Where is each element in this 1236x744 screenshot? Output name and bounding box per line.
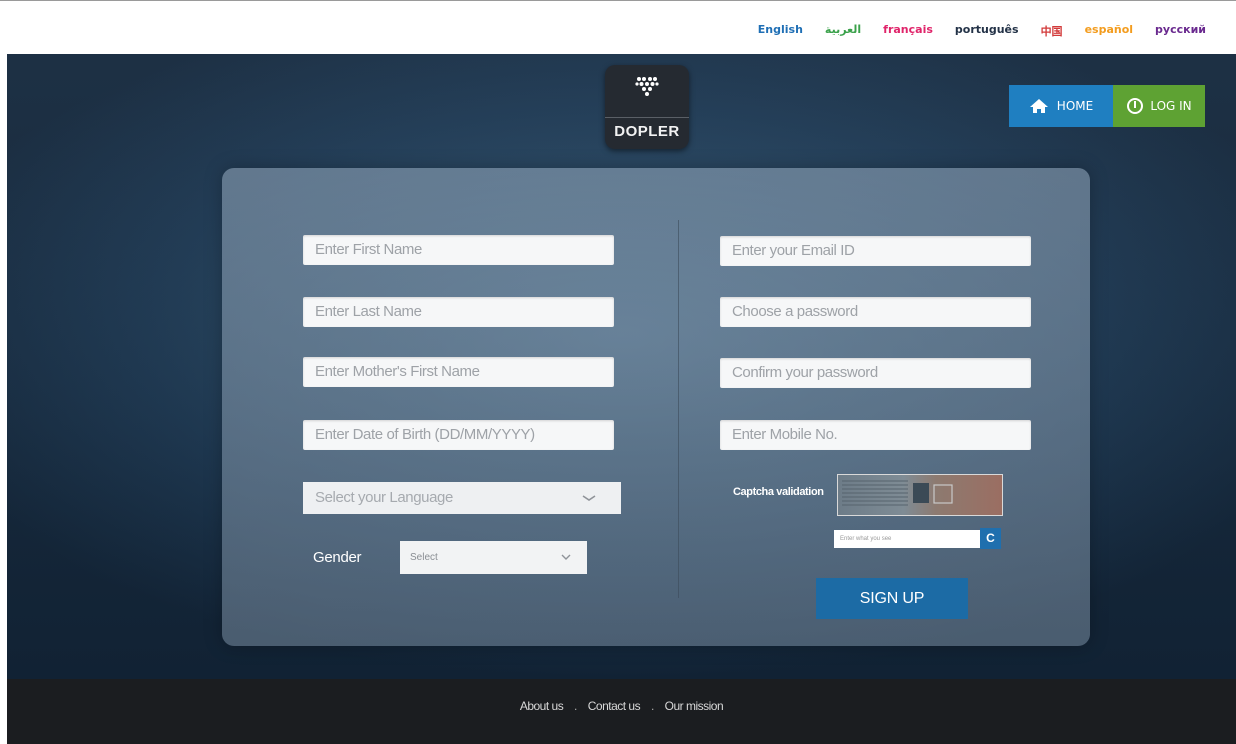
brand-logo[interactable]: DOPLER xyxy=(605,65,689,149)
lang-english[interactable]: English xyxy=(758,23,803,39)
nav-buttons: HOME LOG IN xyxy=(1009,85,1205,127)
lang-french[interactable]: français xyxy=(883,23,933,39)
footer-separator: . xyxy=(650,699,654,713)
brand-name: DOPLER xyxy=(614,123,680,140)
captcha-label: Captcha validation xyxy=(733,486,824,498)
hero-background: DOPLER HOME LOG IN Select your Language xyxy=(7,54,1236,679)
home-icon xyxy=(1029,99,1048,113)
lang-russian[interactable]: русский xyxy=(1155,23,1206,39)
last-name-input[interactable] xyxy=(303,297,614,327)
gender-select[interactable]: Select xyxy=(400,541,587,574)
chevron-down-icon xyxy=(561,554,571,560)
footer-links: About us . Contact us . Our mission xyxy=(7,699,1236,713)
signup-form-panel: Select your Language Gender Select Captc… xyxy=(222,168,1090,646)
lang-portuguese[interactable]: português xyxy=(955,23,1019,39)
top-bar: English العربية français português 中国 es… xyxy=(0,0,1236,54)
lang-spanish[interactable]: español xyxy=(1085,23,1133,39)
email-input[interactable] xyxy=(720,236,1031,266)
lang-arabic[interactable]: العربية xyxy=(825,23,861,39)
first-name-input[interactable] xyxy=(303,235,614,265)
login-label: LOG IN xyxy=(1150,99,1192,113)
captcha-input[interactable]: Enter what you see xyxy=(834,530,980,548)
password-input[interactable] xyxy=(720,297,1031,327)
gender-select-value: Select xyxy=(410,552,438,563)
home-button[interactable]: HOME xyxy=(1009,85,1113,127)
login-button[interactable]: LOG IN xyxy=(1113,85,1205,127)
footer-link-about[interactable]: About us xyxy=(520,699,564,713)
language-select-value: Select your Language xyxy=(315,489,453,506)
footer-link-contact[interactable]: Contact us xyxy=(588,699,641,713)
mobile-input[interactable] xyxy=(720,420,1031,450)
lang-chinese[interactable]: 中国 xyxy=(1041,23,1063,39)
mother-name-input[interactable] xyxy=(303,357,614,387)
logo-divider xyxy=(605,117,689,118)
signup-label: SIGN UP xyxy=(859,590,925,607)
dob-input[interactable] xyxy=(303,420,614,450)
gender-label: Gender xyxy=(313,549,362,566)
captcha-refresh-button[interactable]: C xyxy=(980,528,1001,549)
language-switcher: English العربية français português 中国 es… xyxy=(736,23,1206,39)
language-select[interactable]: Select your Language xyxy=(303,482,621,514)
chevron-down-icon xyxy=(582,495,596,501)
footer: About us . Contact us . Our mission xyxy=(7,679,1236,744)
confirm-password-input[interactable] xyxy=(720,358,1031,388)
diamond-logo-icon xyxy=(635,77,659,96)
captcha-noise-icon xyxy=(842,480,953,506)
captcha-input-placeholder: Enter what you see xyxy=(840,536,892,542)
column-divider xyxy=(678,220,679,598)
home-label: HOME xyxy=(1056,99,1094,113)
signup-button[interactable]: SIGN UP xyxy=(816,578,968,619)
footer-separator: . xyxy=(574,699,577,713)
power-icon xyxy=(1127,98,1144,114)
footer-link-mission[interactable]: Our mission xyxy=(665,699,724,713)
captcha-image xyxy=(837,474,1003,516)
refresh-icon: C xyxy=(986,531,995,545)
